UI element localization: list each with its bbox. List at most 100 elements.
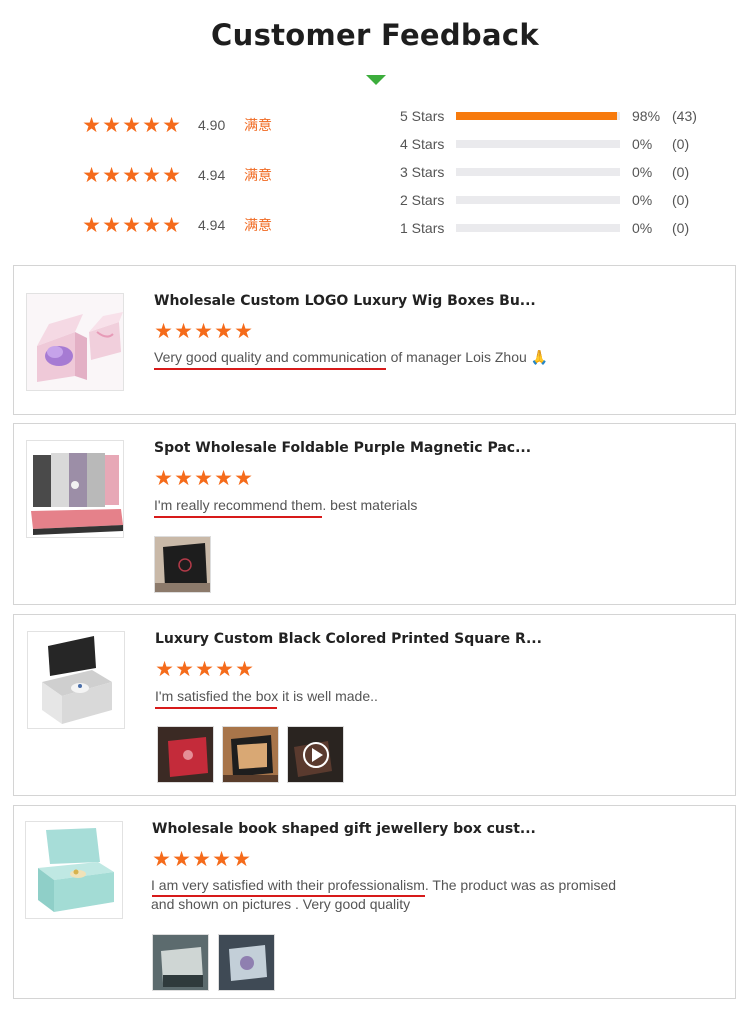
highlight-underline bbox=[155, 707, 277, 709]
rating-value: 4.90 bbox=[198, 117, 226, 133]
distribution-count: (0) bbox=[672, 192, 690, 208]
rating-value: 4.94 bbox=[198, 167, 226, 183]
star-icon: ★ bbox=[234, 466, 253, 490]
review-video-thumbnail[interactable] bbox=[287, 726, 344, 783]
star-icon: ★ bbox=[154, 319, 173, 343]
star-icon: ★ bbox=[235, 657, 254, 681]
review-text: Very good quality and communication of m… bbox=[154, 348, 714, 367]
review-photo[interactable] bbox=[218, 934, 275, 991]
review-text-highlight: I'm really recommend them. bbox=[154, 497, 327, 513]
review-card: Wholesale Custom LOGO Luxury Wig Boxes B… bbox=[13, 265, 736, 415]
product-thumbnail[interactable] bbox=[27, 631, 125, 729]
star-icon: ★ bbox=[214, 319, 233, 343]
star-icon: ★ bbox=[195, 657, 214, 681]
distribution-label: 2 Stars bbox=[400, 192, 445, 208]
product-title[interactable]: Luxury Custom Black Colored Printed Squa… bbox=[155, 631, 542, 647]
rating-value: 4.94 bbox=[198, 217, 226, 233]
star-icon: ★ bbox=[162, 113, 181, 137]
distribution-percent: 98% bbox=[632, 108, 661, 124]
star-icon: ★ bbox=[194, 319, 213, 343]
distribution-bar bbox=[456, 112, 620, 120]
summary-row: ★ ★ ★ ★ ★ 4.90 满意 bbox=[82, 113, 272, 137]
distribution-percent: 0% bbox=[632, 136, 653, 152]
review-stars: ★ ★ ★ ★ ★ bbox=[155, 657, 254, 681]
star-icon: ★ bbox=[152, 847, 171, 871]
rating-label: 满意 bbox=[244, 168, 272, 184]
review-text-highlight: Very good quality and communication bbox=[154, 349, 387, 365]
distribution-percent: 0% bbox=[632, 192, 653, 208]
review-photo[interactable] bbox=[157, 726, 214, 783]
rating-label: 满意 bbox=[244, 118, 272, 134]
summary-row: ★ ★ ★ ★ ★ 4.94 满意 bbox=[82, 163, 272, 187]
summary-row: ★ ★ ★ ★ ★ 4.94 满意 bbox=[82, 213, 272, 237]
star-icon: ★ bbox=[214, 466, 233, 490]
review-text: I'm really recommend them. best material… bbox=[154, 496, 714, 515]
distribution-count: (0) bbox=[672, 220, 690, 236]
rating-stars: ★ ★ ★ ★ ★ bbox=[82, 113, 181, 137]
product-thumbnail[interactable] bbox=[25, 821, 123, 919]
rating-distribution-row: 5 Stars 98% (43) bbox=[400, 106, 712, 126]
star-icon: ★ bbox=[174, 466, 193, 490]
star-icon: ★ bbox=[154, 466, 173, 490]
title-triangle-icon bbox=[366, 75, 386, 85]
star-icon: ★ bbox=[122, 213, 141, 237]
distribution-label: 1 Stars bbox=[400, 220, 445, 236]
star-icon: ★ bbox=[162, 213, 181, 237]
review-text-rest: it is well made.. bbox=[278, 688, 378, 704]
highlight-underline bbox=[152, 895, 425, 897]
rating-stars: ★ ★ ★ ★ ★ bbox=[82, 163, 181, 187]
distribution-percent: 0% bbox=[632, 220, 653, 236]
distribution-label: 3 Stars bbox=[400, 164, 445, 180]
star-icon: ★ bbox=[155, 657, 174, 681]
review-text-highlight: I'm satisfied the box bbox=[155, 688, 279, 704]
review-photo[interactable] bbox=[222, 726, 279, 783]
star-icon: ★ bbox=[174, 319, 193, 343]
star-icon: ★ bbox=[102, 113, 121, 137]
star-icon: ★ bbox=[142, 113, 161, 137]
star-icon: ★ bbox=[82, 213, 101, 237]
star-icon: ★ bbox=[194, 466, 213, 490]
product-thumbnail[interactable] bbox=[26, 293, 124, 391]
star-icon: ★ bbox=[142, 163, 161, 187]
star-icon: ★ bbox=[172, 847, 191, 871]
review-text: I'm satisfied the box it is well made.. bbox=[155, 687, 715, 706]
star-icon: ★ bbox=[102, 213, 121, 237]
star-icon: ★ bbox=[122, 113, 141, 137]
review-text-rest: best materials bbox=[326, 497, 418, 513]
distribution-bar bbox=[456, 168, 620, 176]
distribution-count: (0) bbox=[672, 136, 690, 152]
distribution-bar-fill bbox=[456, 112, 617, 120]
distribution-bar bbox=[456, 196, 620, 204]
star-icon: ★ bbox=[215, 657, 234, 681]
review-photo[interactable] bbox=[154, 536, 211, 593]
highlight-underline bbox=[154, 368, 386, 370]
review-photo[interactable] bbox=[152, 934, 209, 991]
product-title[interactable]: Spot Wholesale Foldable Purple Magnetic … bbox=[154, 440, 531, 456]
star-icon: ★ bbox=[232, 847, 251, 871]
review-stars: ★ ★ ★ ★ ★ bbox=[154, 319, 253, 343]
review-card: Wholesale book shaped gift jewellery box… bbox=[13, 805, 736, 999]
star-icon: ★ bbox=[82, 163, 101, 187]
review-stars: ★ ★ ★ ★ ★ bbox=[152, 847, 251, 871]
rating-stars: ★ ★ ★ ★ ★ bbox=[82, 213, 181, 237]
star-icon: ★ bbox=[234, 319, 253, 343]
star-icon: ★ bbox=[212, 847, 231, 871]
rating-distribution-row: 2 Stars 0% (0) bbox=[400, 190, 712, 210]
highlight-underline bbox=[154, 516, 322, 518]
distribution-bar bbox=[456, 140, 620, 148]
star-icon: ★ bbox=[162, 163, 181, 187]
product-title[interactable]: Wholesale book shaped gift jewellery box… bbox=[152, 821, 536, 837]
review-card: Luxury Custom Black Colored Printed Squa… bbox=[13, 614, 736, 796]
distribution-label: 5 Stars bbox=[400, 108, 445, 124]
star-icon: ★ bbox=[82, 113, 101, 137]
rating-label: 满意 bbox=[244, 218, 272, 234]
product-thumbnail[interactable] bbox=[26, 440, 124, 538]
distribution-label: 4 Stars bbox=[400, 136, 445, 152]
rating-distribution-row: 3 Stars 0% (0) bbox=[400, 162, 712, 182]
star-icon: ★ bbox=[192, 847, 211, 871]
star-icon: ★ bbox=[102, 163, 121, 187]
distribution-count: (43) bbox=[672, 108, 697, 124]
product-title[interactable]: Wholesale Custom LOGO Luxury Wig Boxes B… bbox=[154, 293, 536, 309]
rating-distribution-row: 1 Stars 0% (0) bbox=[400, 218, 712, 238]
rating-distribution-row: 4 Stars 0% (0) bbox=[400, 134, 712, 154]
